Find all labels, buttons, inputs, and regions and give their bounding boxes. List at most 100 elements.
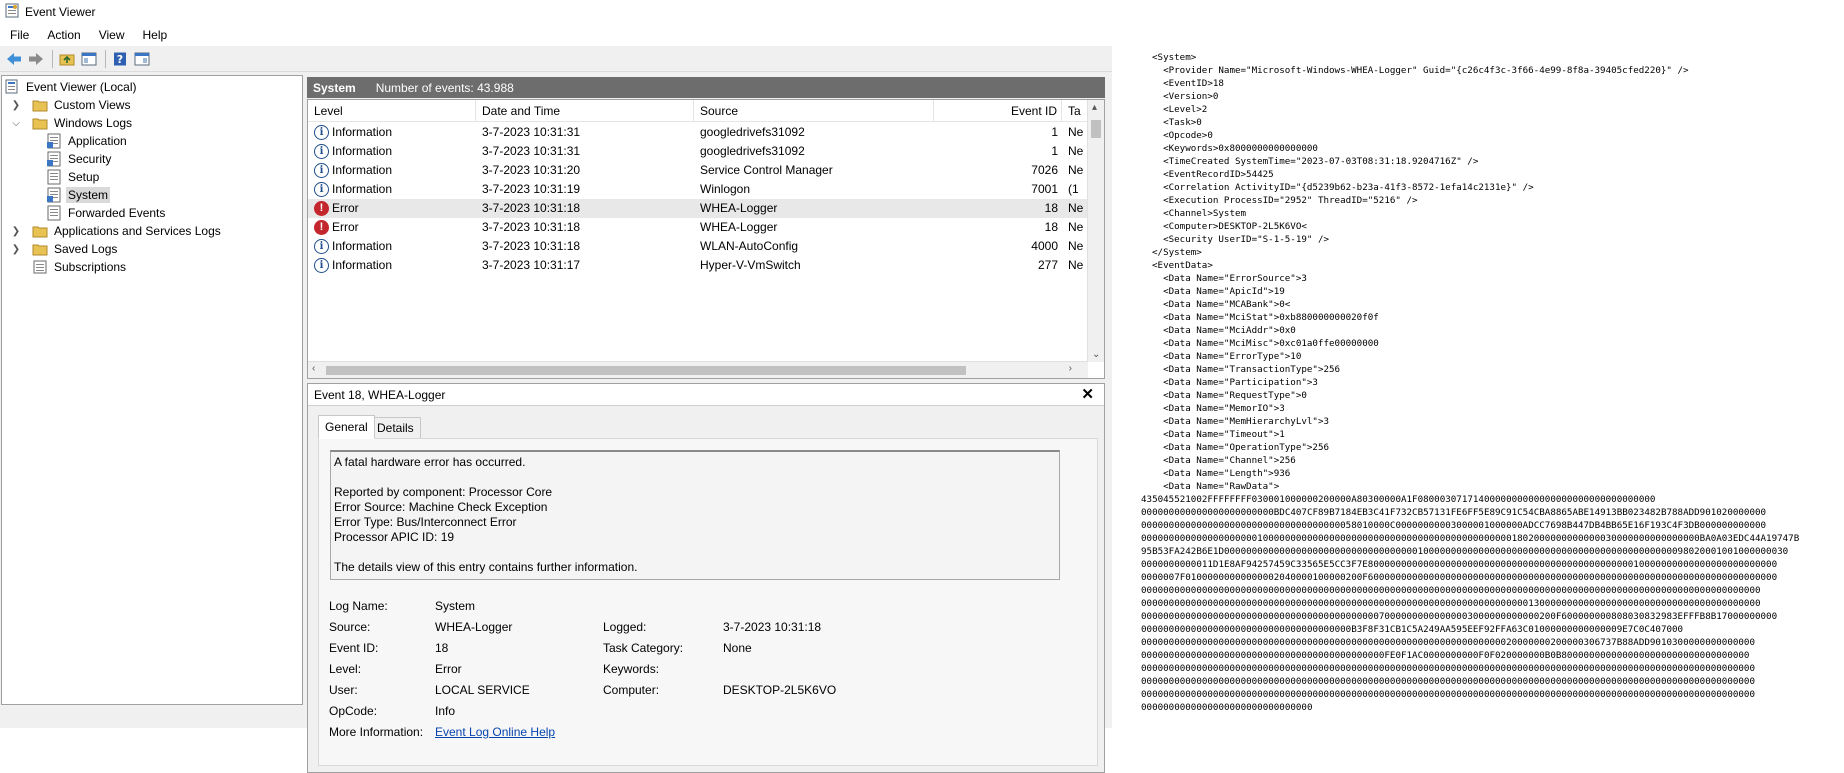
toolbar-separator	[105, 49, 106, 68]
raw-data-line: 95B53FA242B6E1D0000000000000000000000000…	[1141, 546, 1789, 557]
raw-data-line: 0000000000000000000000000000000000000000…	[1141, 663, 1755, 674]
tree-item-setup[interactable]: Setup	[46, 168, 101, 186]
table-row[interactable]: i Information 3-7-2023 10:31:20 Service Con…	[308, 161, 1088, 180]
tree-item-custom-views[interactable]: ❯ Custom Views	[10, 96, 132, 114]
tree-item-event-viewer-local[interactable]: Event Viewer (Local)	[4, 78, 139, 96]
tab-details[interactable]: Details	[370, 417, 421, 439]
table-row[interactable]: i Information 3-7-2023 10:31:31 googledrive…	[308, 142, 1088, 161]
task-category-value: None	[723, 641, 752, 655]
table-row[interactable]: ! Error 3-7-2023 10:31:18 WHEA-Logger 18 Ne	[308, 199, 1088, 218]
show-hide-tree-icon[interactable]	[79, 49, 99, 69]
table-row[interactable]: i Information 3-7-2023 10:31:19 Winlogon 700…	[308, 180, 1088, 199]
task-cell: Ne	[1068, 239, 1084, 253]
expand-chevron-icon[interactable]: ❯	[10, 240, 22, 258]
event-id-cell: 7026	[1031, 163, 1058, 177]
menu-view[interactable]: View	[90, 24, 134, 46]
task-category-label: Task Category:	[603, 641, 684, 655]
more-information-label: More Information:	[329, 725, 424, 739]
level-value: Error	[435, 662, 462, 676]
expand-chevron-icon[interactable]: ❯	[10, 222, 22, 240]
table-row[interactable]: ! Error 3-7-2023 10:31:18 WHEA-Logger 18 Ne	[308, 218, 1088, 237]
raw-data-line: 0000000000011D1E8AF94257459C33565E5CC3F7…	[1141, 559, 1778, 570]
tree-item-windows-logs[interactable]: ⌵ Windows Logs	[10, 114, 134, 132]
information-icon: i	[314, 144, 329, 159]
table-row[interactable]: i Information 3-7-2023 10:31:18 WLAN-AutoCo…	[308, 237, 1088, 256]
log-icon	[46, 151, 62, 167]
column-header-level[interactable]: Level	[308, 100, 476, 122]
menu-file[interactable]: File	[0, 24, 38, 46]
horizontal-scrollbar[interactable]: ‹ ›	[308, 361, 1088, 378]
tree-item-saved-logs[interactable]: ❯ Saved Logs	[10, 240, 119, 258]
xml-line: <Data Name="ApicId">19	[1152, 286, 1285, 297]
opcode-value: Info	[435, 704, 456, 718]
help-icon[interactable]: ?	[110, 49, 130, 69]
date-cell: 3-7-2023 10:31:18	[482, 239, 581, 253]
window-title: Event Viewer	[25, 5, 96, 19]
level-cell: Information	[332, 125, 393, 139]
log-icon	[46, 133, 62, 149]
xml-line: <Correlation ActivityID="{d5239b62-b23a-…	[1152, 182, 1534, 193]
scroll-up-icon[interactable]: ▴	[1092, 102, 1097, 113]
column-header-event-id[interactable]: Event ID	[934, 100, 1062, 122]
level-label: Level:	[329, 662, 362, 676]
tree-item-security[interactable]: Security	[46, 150, 113, 168]
main-pane: System Number of events: 43.988 Level Da…	[305, 75, 1107, 773]
scroll-thumb[interactable]	[326, 366, 966, 375]
raw-data-line: 0000007F01000000000000002040000100000200…	[1141, 572, 1778, 583]
source-cell: WHEA-Logger	[700, 201, 778, 215]
raw-data-line: 0000000000000000000000000000000000000000…	[1141, 598, 1761, 609]
level-cell: Error	[332, 220, 359, 234]
table-row[interactable]: i Information 3-7-2023 10:31:17 Hyper-V-VmS…	[308, 256, 1088, 275]
scroll-thumb[interactable]	[1091, 120, 1101, 138]
log-header-bar: System Number of events: 43.988	[307, 77, 1105, 98]
xml-line: <Data Name="ErrorType">10	[1152, 351, 1302, 362]
raw-data-line: 0000000000000000000000000000000000000000…	[1141, 637, 1755, 648]
folder-up-icon[interactable]	[57, 49, 77, 69]
xml-line: <Execution ProcessID="2952" ThreadID="52…	[1152, 195, 1418, 206]
tree-item-forwarded-events[interactable]: Forwarded Events	[46, 204, 167, 222]
raw-data-line: 0000000000000000000000000000000000000000…	[1141, 650, 1750, 661]
navigation-tree: Event Viewer (Local) ❯ Custom Views ⌵ Wi…	[1, 75, 303, 705]
message-line: Reported by component: Processor Core	[334, 485, 553, 499]
vertical-scrollbar[interactable]: ▴ ⌄	[1087, 100, 1104, 362]
raw-data-line: 00000000000000000000000000000000000000B3…	[1141, 624, 1684, 635]
scroll-down-icon[interactable]: ⌄	[1092, 349, 1100, 360]
tree-item-applications-and-services-logs[interactable]: ❯ Applications and Services Logs	[10, 222, 223, 240]
back-icon[interactable]	[4, 49, 24, 69]
event-id-label: Event ID:	[329, 641, 379, 655]
column-header-source[interactable]: Source	[694, 100, 934, 122]
raw-data-line: 0000000000000000000000000000000000000000…	[1141, 611, 1778, 622]
table-row[interactable]: i Information 3-7-2023 10:31:31 googledrive…	[308, 123, 1088, 142]
source-cell: googledrivefs31092	[700, 144, 805, 158]
column-header-date[interactable]: Date and Time	[476, 100, 694, 122]
menu-action[interactable]: Action	[38, 24, 89, 46]
event-message[interactable]: A fatal hardware error has occurred. Rep…	[330, 450, 1060, 580]
information-icon: i	[314, 258, 329, 273]
event-log-online-help-link[interactable]: Event Log Online Help	[435, 725, 555, 739]
scroll-left-icon[interactable]: ‹	[312, 363, 315, 374]
tree-label: Event Viewer (Local)	[26, 80, 137, 94]
menu-help[interactable]: Help	[134, 24, 177, 46]
tree-item-application[interactable]: Application	[46, 132, 129, 150]
close-icon[interactable]: ✕	[1081, 386, 1094, 404]
folder-icon	[32, 241, 48, 257]
xml-line: <Data Name="MciMisc">0xc01a0ffe00000000	[1152, 338, 1379, 349]
scroll-right-icon[interactable]: ›	[1069, 363, 1072, 374]
collapse-chevron-icon[interactable]: ⌵	[10, 114, 22, 132]
source-cell: WHEA-Logger	[700, 220, 778, 234]
event-id-cell: 1	[1051, 144, 1058, 158]
tree-item-subscriptions[interactable]: Subscriptions	[32, 258, 128, 276]
level-cell: Information	[332, 182, 393, 196]
show-hide-action-pane-icon[interactable]	[132, 49, 152, 69]
forward-icon[interactable]	[26, 49, 46, 69]
date-cell: 3-7-2023 10:31:17	[482, 258, 581, 272]
expand-chevron-icon[interactable]: ❯	[10, 96, 22, 114]
column-headers: Level Date and Time Source Event ID Ta	[308, 100, 1088, 122]
column-header-task[interactable]: Ta	[1062, 100, 1088, 122]
xml-view: <System> <Provider Name="Microsoft-Windo…	[1112, 0, 1844, 728]
event-id-cell: 277	[1037, 258, 1058, 272]
tree-label: Windows Logs	[54, 116, 133, 130]
tree-label: Applications and Services Logs	[54, 224, 221, 238]
tree-item-system[interactable]: System	[46, 186, 111, 204]
tab-general[interactable]: General	[318, 415, 375, 439]
